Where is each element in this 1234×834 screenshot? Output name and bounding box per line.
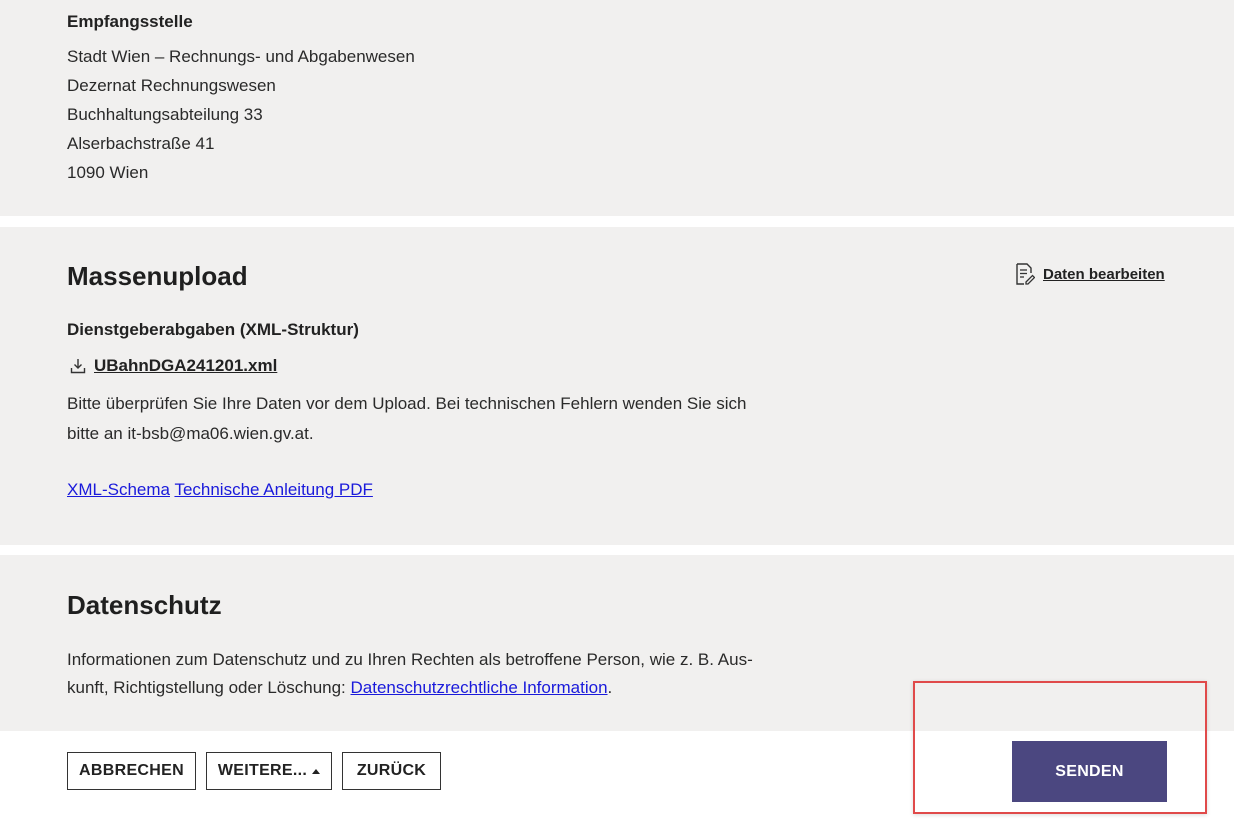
- xml-schema-link[interactable]: XML-Schema: [67, 480, 170, 499]
- caret-up-icon: [312, 768, 321, 774]
- privacy-text-line-2: kunft, Richtigstellung oder Löschung: Da…: [67, 673, 612, 702]
- cancel-button[interactable]: ABBRECHEN: [67, 752, 196, 790]
- recipient-line-2: Dezernat Rechnungswesen: [67, 76, 276, 95]
- recipient-heading: Empfangsstelle: [67, 12, 193, 31]
- more-button[interactable]: WEITERE...: [206, 752, 332, 790]
- privacy-text-line-1: Informationen zum Datenschutz und zu Ihr…: [67, 650, 753, 669]
- recipient-line-4: Alserbachstraße 41: [67, 134, 215, 153]
- edit-document-icon: [1015, 263, 1036, 285]
- more-button-label: WEITERE...: [217, 762, 308, 779]
- privacy-info-link[interactable]: Datenschutzrechtliche Information: [351, 678, 608, 697]
- back-button-label: ZURÜCK: [356, 762, 427, 779]
- mass-upload-panel: Massenupload Daten bearbeiten Dienstgebe…: [0, 227, 1234, 545]
- privacy-text-prefix: kunft, Richtigstellung oder Löschung:: [67, 678, 351, 697]
- download-icon: [70, 358, 86, 374]
- recipient-panel: Empfangsstelle Stadt Wien – Rechnungs- u…: [0, 0, 1234, 216]
- back-button[interactable]: ZURÜCK: [342, 752, 441, 790]
- edit-data-label: Daten bearbeiten: [1043, 265, 1165, 283]
- recipient-line-3: Buchhaltungsabteilung 33: [67, 105, 263, 124]
- upload-section-label: Dienstgeberabgaben (XML-Struktur): [67, 320, 359, 339]
- file-name: UBahnDGA241201.xml: [94, 356, 278, 375]
- recipient-line-5: 1090 Wien: [67, 163, 149, 182]
- download-file-link[interactable]: UBahnDGA241201.xml: [70, 356, 277, 376]
- edit-data-link[interactable]: Daten bearbeiten: [1015, 263, 1165, 285]
- recipient-line-1: Stadt Wien – Rechnungs- und Abgabenwesen: [67, 47, 415, 66]
- upload-title: Massenupload: [67, 261, 248, 291]
- cancel-button-label: ABBRECHEN: [79, 762, 184, 779]
- privacy-title: Datenschutz: [67, 590, 222, 620]
- upload-info-line-2: bitte an it-bsb@ma06.wien.gv.at.: [67, 424, 314, 443]
- send-button-label: SENDEN: [1055, 762, 1124, 780]
- upload-info-line-1: Bitte überprüfen Sie Ihre Daten vor dem …: [67, 394, 747, 413]
- technical-manual-link[interactable]: Technische Anleitung PDF: [174, 480, 372, 499]
- privacy-text-suffix: .: [607, 678, 613, 697]
- send-button[interactable]: SENDEN: [1012, 741, 1167, 802]
